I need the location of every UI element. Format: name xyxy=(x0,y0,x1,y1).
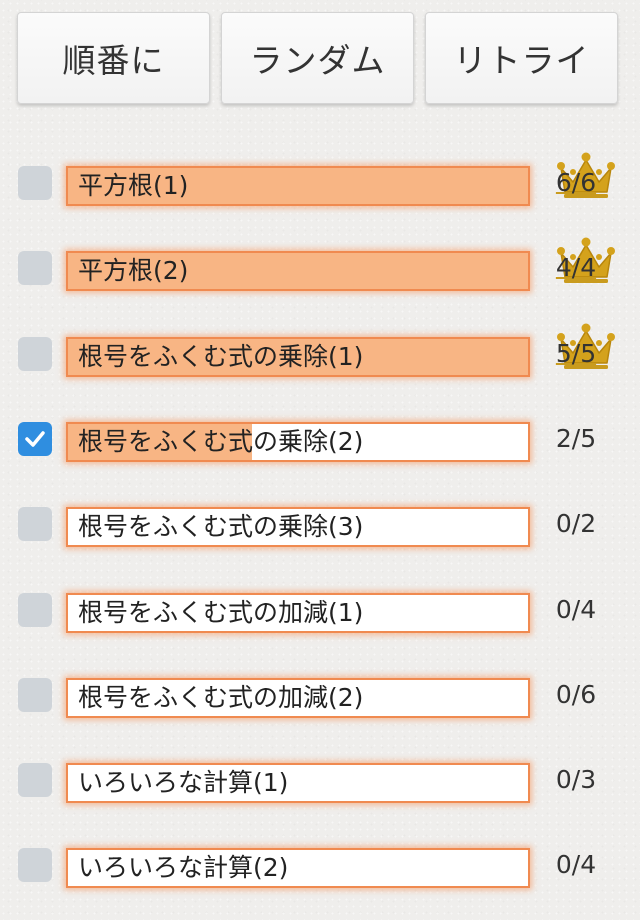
mode-toolbar: 順番に ランダム リトライ xyxy=(0,0,640,112)
retry-mode-button[interactable]: リトライ xyxy=(425,12,618,104)
checkmark-icon xyxy=(25,431,45,447)
lesson-row[interactable]: 平方根(1) 6/6 xyxy=(0,142,640,228)
lesson-title: 根号をふくむ式の乗除(1) xyxy=(78,342,364,371)
lesson-score: 0/4 xyxy=(555,595,597,624)
lesson-title: 根号をふくむ式の乗除(2) xyxy=(78,427,364,456)
lesson-title: 平方根(2) xyxy=(78,256,189,285)
lesson-score: 2/5 xyxy=(555,424,597,453)
lesson-score: 5/5 xyxy=(555,339,597,368)
sequential-mode-button[interactable]: 順番に xyxy=(17,12,210,104)
lesson-score: 0/6 xyxy=(555,680,597,709)
lesson-title: いろいろな計算(1) xyxy=(78,768,289,797)
lesson-progress-bar[interactable]: いろいろな計算(1) xyxy=(66,763,530,803)
lesson-title: 根号をふくむ式の乗除(3) xyxy=(78,512,364,541)
lesson-row[interactable]: 根号をふくむ式の加減(2) 0/6 xyxy=(0,654,640,740)
lesson-checkbox[interactable] xyxy=(18,422,52,456)
lesson-checkbox[interactable] xyxy=(18,251,52,285)
lesson-progress-bar[interactable]: 根号をふくむ式の乗除(3) xyxy=(66,507,530,547)
lesson-row[interactable]: 根号をふくむ式の加減(1) 0/4 xyxy=(0,569,640,655)
lesson-row[interactable]: 根号をふくむ式の乗除(2) 2/5 xyxy=(0,398,640,484)
lesson-row[interactable]: 根号をふくむ式の乗除(1) 5/5 xyxy=(0,313,640,399)
lesson-score: 0/4 xyxy=(555,850,597,879)
lesson-checkbox[interactable] xyxy=(18,848,52,882)
lesson-checkbox[interactable] xyxy=(18,166,52,200)
lesson-row[interactable]: いろいろな計算(1) 0/3 xyxy=(0,739,640,825)
lesson-progress-bar[interactable]: いろいろな計算(2) xyxy=(66,848,530,888)
lesson-checkbox[interactable] xyxy=(18,337,52,371)
lesson-checkbox[interactable] xyxy=(18,507,52,541)
lesson-score: 6/6 xyxy=(555,168,597,197)
lesson-progress-bar[interactable]: 根号をふくむ式の加減(2) xyxy=(66,678,530,718)
lesson-score: 0/3 xyxy=(555,765,597,794)
lesson-title: いろいろな計算(2) xyxy=(78,853,289,882)
lesson-progress-bar[interactable]: 平方根(2) xyxy=(66,251,530,291)
lesson-checkbox[interactable] xyxy=(18,678,52,712)
lesson-progress-bar[interactable]: 根号をふくむ式の乗除(2) xyxy=(66,422,530,462)
lesson-title: 根号をふくむ式の加減(1) xyxy=(78,598,364,627)
random-mode-button[interactable]: ランダム xyxy=(221,12,414,104)
lesson-progress-bar[interactable]: 平方根(1) xyxy=(66,166,530,206)
lesson-title: 根号をふくむ式の加減(2) xyxy=(78,683,364,712)
lesson-progress-bar[interactable]: 根号をふくむ式の乗除(1) xyxy=(66,337,530,377)
lesson-title: 平方根(1) xyxy=(78,171,189,200)
lesson-row[interactable]: 平方根(2) 4/4 xyxy=(0,227,640,313)
lesson-checkbox[interactable] xyxy=(18,763,52,797)
lesson-progress-bar[interactable]: 根号をふくむ式の加減(1) xyxy=(66,593,530,633)
lesson-row[interactable]: 根号をふくむ式の乗除(3) 0/2 xyxy=(0,483,640,569)
lesson-score: 0/2 xyxy=(555,509,597,538)
lesson-score: 4/4 xyxy=(555,253,597,282)
lesson-row[interactable]: いろいろな計算(2) 0/4 xyxy=(0,824,640,910)
lesson-checkbox[interactable] xyxy=(18,593,52,627)
